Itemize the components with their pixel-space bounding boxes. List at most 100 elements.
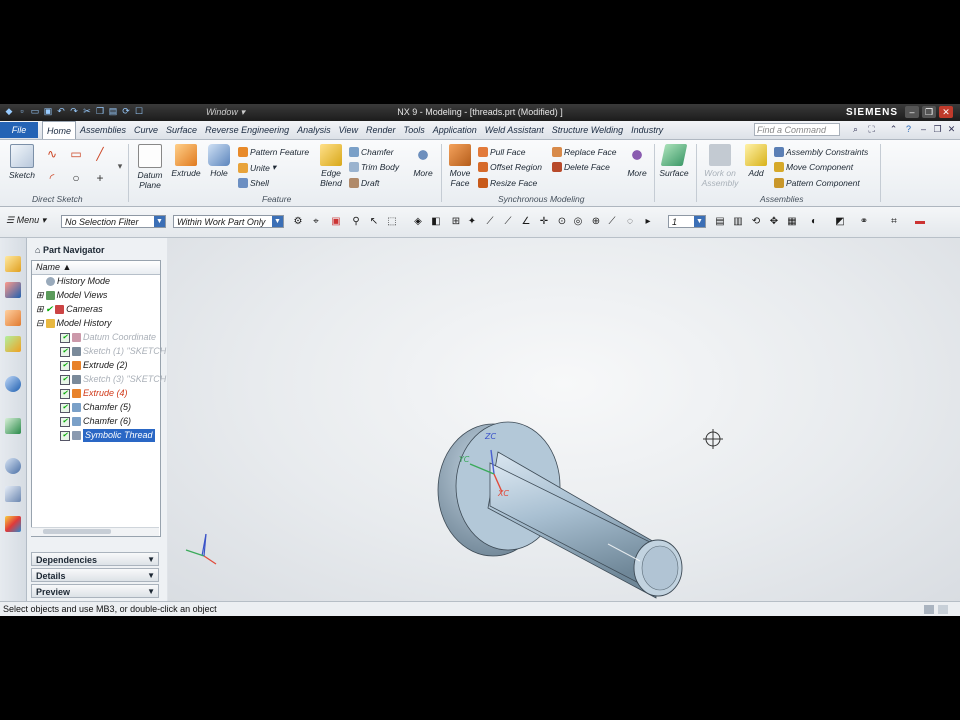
- rectangle-select-icon[interactable]: ⬚: [386, 216, 398, 228]
- search-icon[interactable]: ⌕: [850, 124, 861, 135]
- show-hide-icon[interactable]: ⚭: [858, 216, 870, 228]
- delete-face-button[interactable]: Delete Face: [552, 162, 610, 172]
- edit-section-icon[interactable]: ◩: [834, 216, 846, 228]
- rotate-view-icon[interactable]: ⟲: [750, 216, 762, 228]
- sketch-button[interactable]: Sketch: [6, 144, 38, 180]
- cursor-select-icon[interactable]: ↖: [368, 216, 380, 228]
- sketch-gallery-icon[interactable]: ▾: [112, 158, 128, 174]
- offset-region-button[interactable]: Offset Region: [478, 162, 542, 172]
- tab-render[interactable]: Render: [362, 121, 400, 138]
- work-on-assembly-button[interactable]: Work on Assembly: [700, 144, 740, 188]
- name-column-header[interactable]: Name ▲: [32, 261, 160, 275]
- control-point-snap-icon[interactable]: ∠: [520, 216, 532, 228]
- tree-node-sketch-1[interactable]: ✔ Sketch (1) "SKETCH: [60, 345, 166, 358]
- select-all-icon[interactable]: ▣: [330, 216, 342, 228]
- system-materials-icon[interactable]: [5, 486, 21, 502]
- tab-weld-assistant[interactable]: Weld Assistant: [481, 121, 548, 138]
- rectangle-icon[interactable]: ▭: [68, 146, 84, 162]
- web-browser-icon[interactable]: [5, 376, 21, 392]
- arc-icon[interactable]: ◜: [44, 170, 60, 186]
- type-filter-icon[interactable]: ⚲: [350, 216, 362, 228]
- expand-icon[interactable]: ⊞: [36, 289, 44, 302]
- move-to-layer-icon[interactable]: ▥: [732, 216, 744, 228]
- selection-filter-dropdown[interactable]: No Selection Filter ▼: [61, 215, 166, 228]
- snap-grid-icon[interactable]: ⊞: [450, 216, 462, 228]
- minimize-ribbon-icon[interactable]: ⌃: [888, 124, 899, 135]
- fit-window-icon[interactable]: ⛶: [866, 124, 877, 135]
- doc-minimize-icon[interactable]: –: [918, 124, 929, 135]
- assembly-constraints-button[interactable]: Assembly Constraints: [774, 147, 868, 157]
- close-button[interactable]: ✕: [939, 106, 953, 118]
- surface-button[interactable]: Surface: [657, 144, 691, 178]
- history-icon[interactable]: [5, 418, 21, 434]
- help-icon[interactable]: ?: [903, 124, 914, 135]
- profile-icon[interactable]: ∿: [44, 146, 60, 162]
- graphics-viewport[interactable]: ZC YC XC: [168, 238, 960, 602]
- tab-home[interactable]: Home: [42, 121, 77, 139]
- dependencies-panel-header[interactable]: Dependencies ▼: [31, 552, 159, 566]
- point-icon[interactable]: +: [92, 170, 108, 186]
- maximize-button[interactable]: ❐: [922, 106, 936, 118]
- details-panel-header[interactable]: Details ▼: [31, 568, 159, 582]
- tree-node-chamfer-6[interactable]: ✔ Chamfer (6): [60, 415, 131, 428]
- assembly-navigator-icon[interactable]: [5, 256, 21, 272]
- chamfer-button[interactable]: Chamfer: [349, 147, 394, 157]
- stop-icon[interactable]: ▬: [914, 216, 926, 228]
- tree-node-extrude-4[interactable]: ✔ Extrude (4): [60, 387, 128, 400]
- datum-plane-button[interactable]: Datum Plane: [134, 144, 166, 190]
- tree-node-datum-coordinate[interactable]: ✔ Datum Coordinate: [60, 331, 156, 344]
- tree-node-history-mode[interactable]: History Mode: [46, 275, 110, 288]
- trim-body-button[interactable]: Trim Body: [349, 162, 399, 172]
- reuse-library-icon[interactable]: [5, 336, 21, 352]
- pattern-feature-button[interactable]: Pattern Feature: [238, 147, 309, 157]
- existing-point-snap-icon[interactable]: ⊕: [590, 216, 602, 228]
- tab-application[interactable]: Application: [429, 121, 481, 138]
- visibility-checkbox[interactable]: ✔: [60, 332, 70, 343]
- tab-surface[interactable]: Surface: [162, 121, 201, 138]
- work-layer-dropdown[interactable]: 1 ▼: [668, 215, 706, 228]
- draft-button[interactable]: Draft: [349, 178, 379, 188]
- selection-scope-dropdown[interactable]: Within Work Part Only ▼: [173, 215, 284, 228]
- line-icon[interactable]: ╱: [92, 146, 108, 162]
- feature-select-icon[interactable]: ◈: [412, 216, 424, 228]
- tab-reverse-engineering[interactable]: Reverse Engineering: [201, 121, 293, 138]
- pan-view-icon[interactable]: ✥: [768, 216, 780, 228]
- quadrant-snap-icon[interactable]: ◎: [572, 216, 584, 228]
- menu-button[interactable]: ☰ Menu ▾: [6, 215, 46, 226]
- filter-icon[interactable]: ⚙: [292, 216, 304, 228]
- point-on-face-snap-icon[interactable]: ◌: [624, 216, 636, 228]
- tree-node-sketch-3[interactable]: ✔ Sketch (3) "SKETCH: [60, 373, 166, 386]
- pull-face-button[interactable]: Pull Face: [478, 147, 525, 157]
- resize-face-button[interactable]: Resize Face: [478, 178, 537, 188]
- deselect-icon[interactable]: ⌖: [310, 216, 322, 228]
- scrollbar-thumb[interactable]: [43, 529, 111, 534]
- bounded-grid-snap-icon[interactable]: ▸: [642, 216, 654, 228]
- orient-view-icon[interactable]: ▦: [786, 216, 798, 228]
- preview-panel-header[interactable]: Preview ▼: [31, 584, 159, 598]
- tab-industry[interactable]: Industry: [627, 121, 667, 138]
- roles-icon[interactable]: [5, 516, 21, 532]
- synchronous-more-button[interactable]: More: [624, 144, 650, 178]
- collapse-icon[interactable]: ⊟: [36, 317, 44, 330]
- file-menu-tab[interactable]: File: [0, 122, 38, 138]
- edge-blend-button[interactable]: Edge Blend: [316, 144, 346, 188]
- constraint-navigator-icon[interactable]: [5, 282, 21, 298]
- visibility-checkbox[interactable]: ✔: [60, 416, 70, 427]
- doc-close-icon[interactable]: ✕: [946, 124, 957, 135]
- arc-center-snap-icon[interactable]: ⊙: [556, 216, 568, 228]
- render-style-icon[interactable]: ◐: [808, 216, 820, 228]
- doc-restore-icon[interactable]: ❐: [932, 124, 943, 135]
- shell-button[interactable]: Shell: [238, 178, 269, 188]
- find-command-input[interactable]: Find a Command: [754, 123, 840, 136]
- move-component-button[interactable]: Move Component: [774, 162, 853, 172]
- extrude-button[interactable]: Extrude: [170, 144, 202, 178]
- snap-toggle-icon[interactable]: ✦: [466, 216, 478, 228]
- body-select-icon[interactable]: ◧: [430, 216, 442, 228]
- move-face-button[interactable]: Move Face: [446, 144, 474, 188]
- model-canvas[interactable]: ZC YC XC: [168, 238, 960, 602]
- tab-tools[interactable]: Tools: [400, 121, 429, 138]
- expand-icon[interactable]: ⊞: [36, 303, 44, 316]
- tree-node-model-views[interactable]: ⊞ Model Views: [36, 289, 107, 302]
- circle-icon[interactable]: ○: [68, 170, 84, 186]
- endpoint-snap-icon[interactable]: ⟋: [484, 216, 496, 228]
